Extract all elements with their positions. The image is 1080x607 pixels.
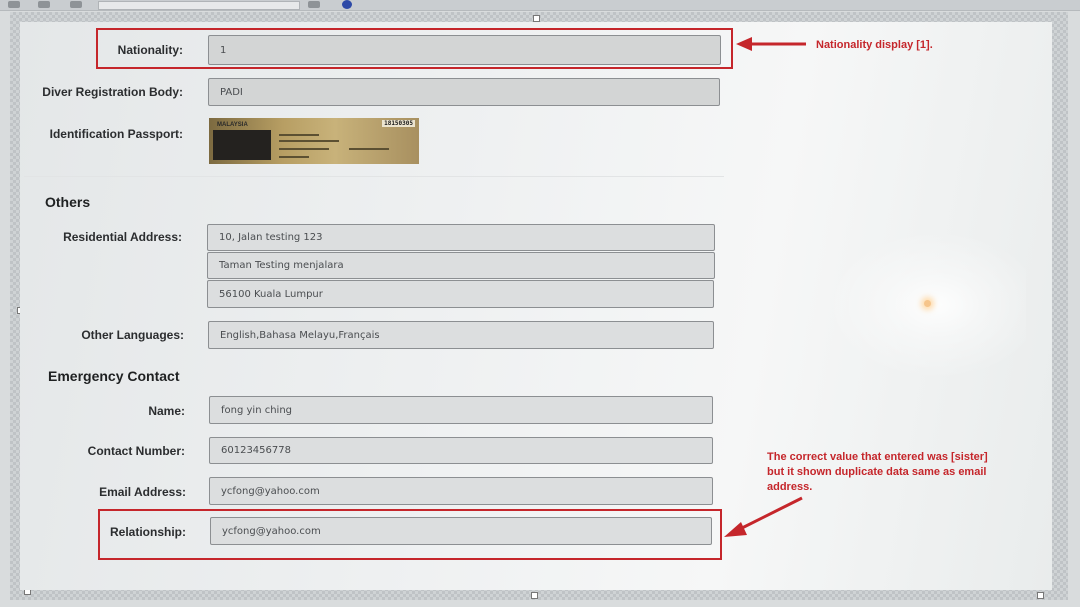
other-languages-field[interactable]: English,Bahasa Melayu,Français (208, 321, 714, 349)
passport-country-text: MALAYSIA (217, 122, 248, 128)
passport-image[interactable]: MALAYSIA 18150305 (209, 118, 419, 164)
document-icon[interactable] (70, 1, 82, 8)
emergency-name-field[interactable]: fong yin ching (209, 396, 713, 424)
relationship-annotation-line-2: but it shown duplicate data same as emai… (767, 466, 987, 478)
nationality-highlight-box (96, 28, 733, 69)
passport-text-line (279, 140, 339, 142)
contact-number-field[interactable]: 60123456778 (209, 437, 713, 464)
address-line-3-field[interactable]: 56100 Kuala Lumpur (207, 280, 714, 308)
passport-text-line (349, 148, 389, 150)
address-line-2-field[interactable]: Taman Testing menjalara (207, 252, 715, 279)
other-languages-label: Other Languages: (81, 328, 184, 342)
email-address-label: Email Address: (99, 485, 186, 499)
toolbar-address-field[interactable] (98, 1, 300, 10)
emergency-contact-section-title: Emergency Contact (48, 368, 180, 384)
relationship-annotation-line-1: The correct value that entered was [sist… (767, 451, 988, 463)
relationship-annotation-line-3: address. (767, 481, 813, 493)
diver-registration-body-label: Diver Registration Body: (42, 85, 183, 99)
relationship-highlight-box (98, 509, 722, 560)
toolbar (0, 0, 1080, 11)
passport-photo (213, 130, 271, 160)
relationship-annotation: The correct value that entered was [sist… (767, 450, 1037, 495)
passport-text-line (279, 134, 319, 136)
resize-handle-top[interactable] (533, 15, 540, 22)
passport-number-text: 18150305 (382, 120, 415, 127)
section-divider (24, 176, 724, 177)
email-address-field[interactable]: ycfong@yahoo.com (209, 477, 713, 505)
resize-handle-bottom-right[interactable] (1037, 592, 1044, 599)
resize-handle-bottom[interactable] (531, 592, 538, 599)
address-line-1-field[interactable]: 10, Jalan testing 123 (207, 224, 715, 251)
screen-glare-dot (924, 300, 931, 307)
menu-icon[interactable] (8, 1, 20, 8)
dropdown-icon[interactable] (308, 1, 320, 8)
identification-passport-label: Identification Passport: (49, 127, 183, 141)
nationality-annotation: Nationality display [1]. (816, 39, 933, 51)
others-section-title: Others (45, 194, 91, 210)
folder-icon[interactable] (38, 1, 50, 8)
emergency-name-label: Name: (148, 404, 185, 418)
app-icon[interactable] (342, 0, 352, 9)
residential-address-label: Residential Address: (63, 230, 182, 244)
passport-text-line (279, 156, 309, 158)
diver-registration-body-field[interactable]: PADI (208, 78, 720, 106)
contact-number-label: Contact Number: (87, 444, 185, 458)
passport-text-line (279, 148, 329, 150)
